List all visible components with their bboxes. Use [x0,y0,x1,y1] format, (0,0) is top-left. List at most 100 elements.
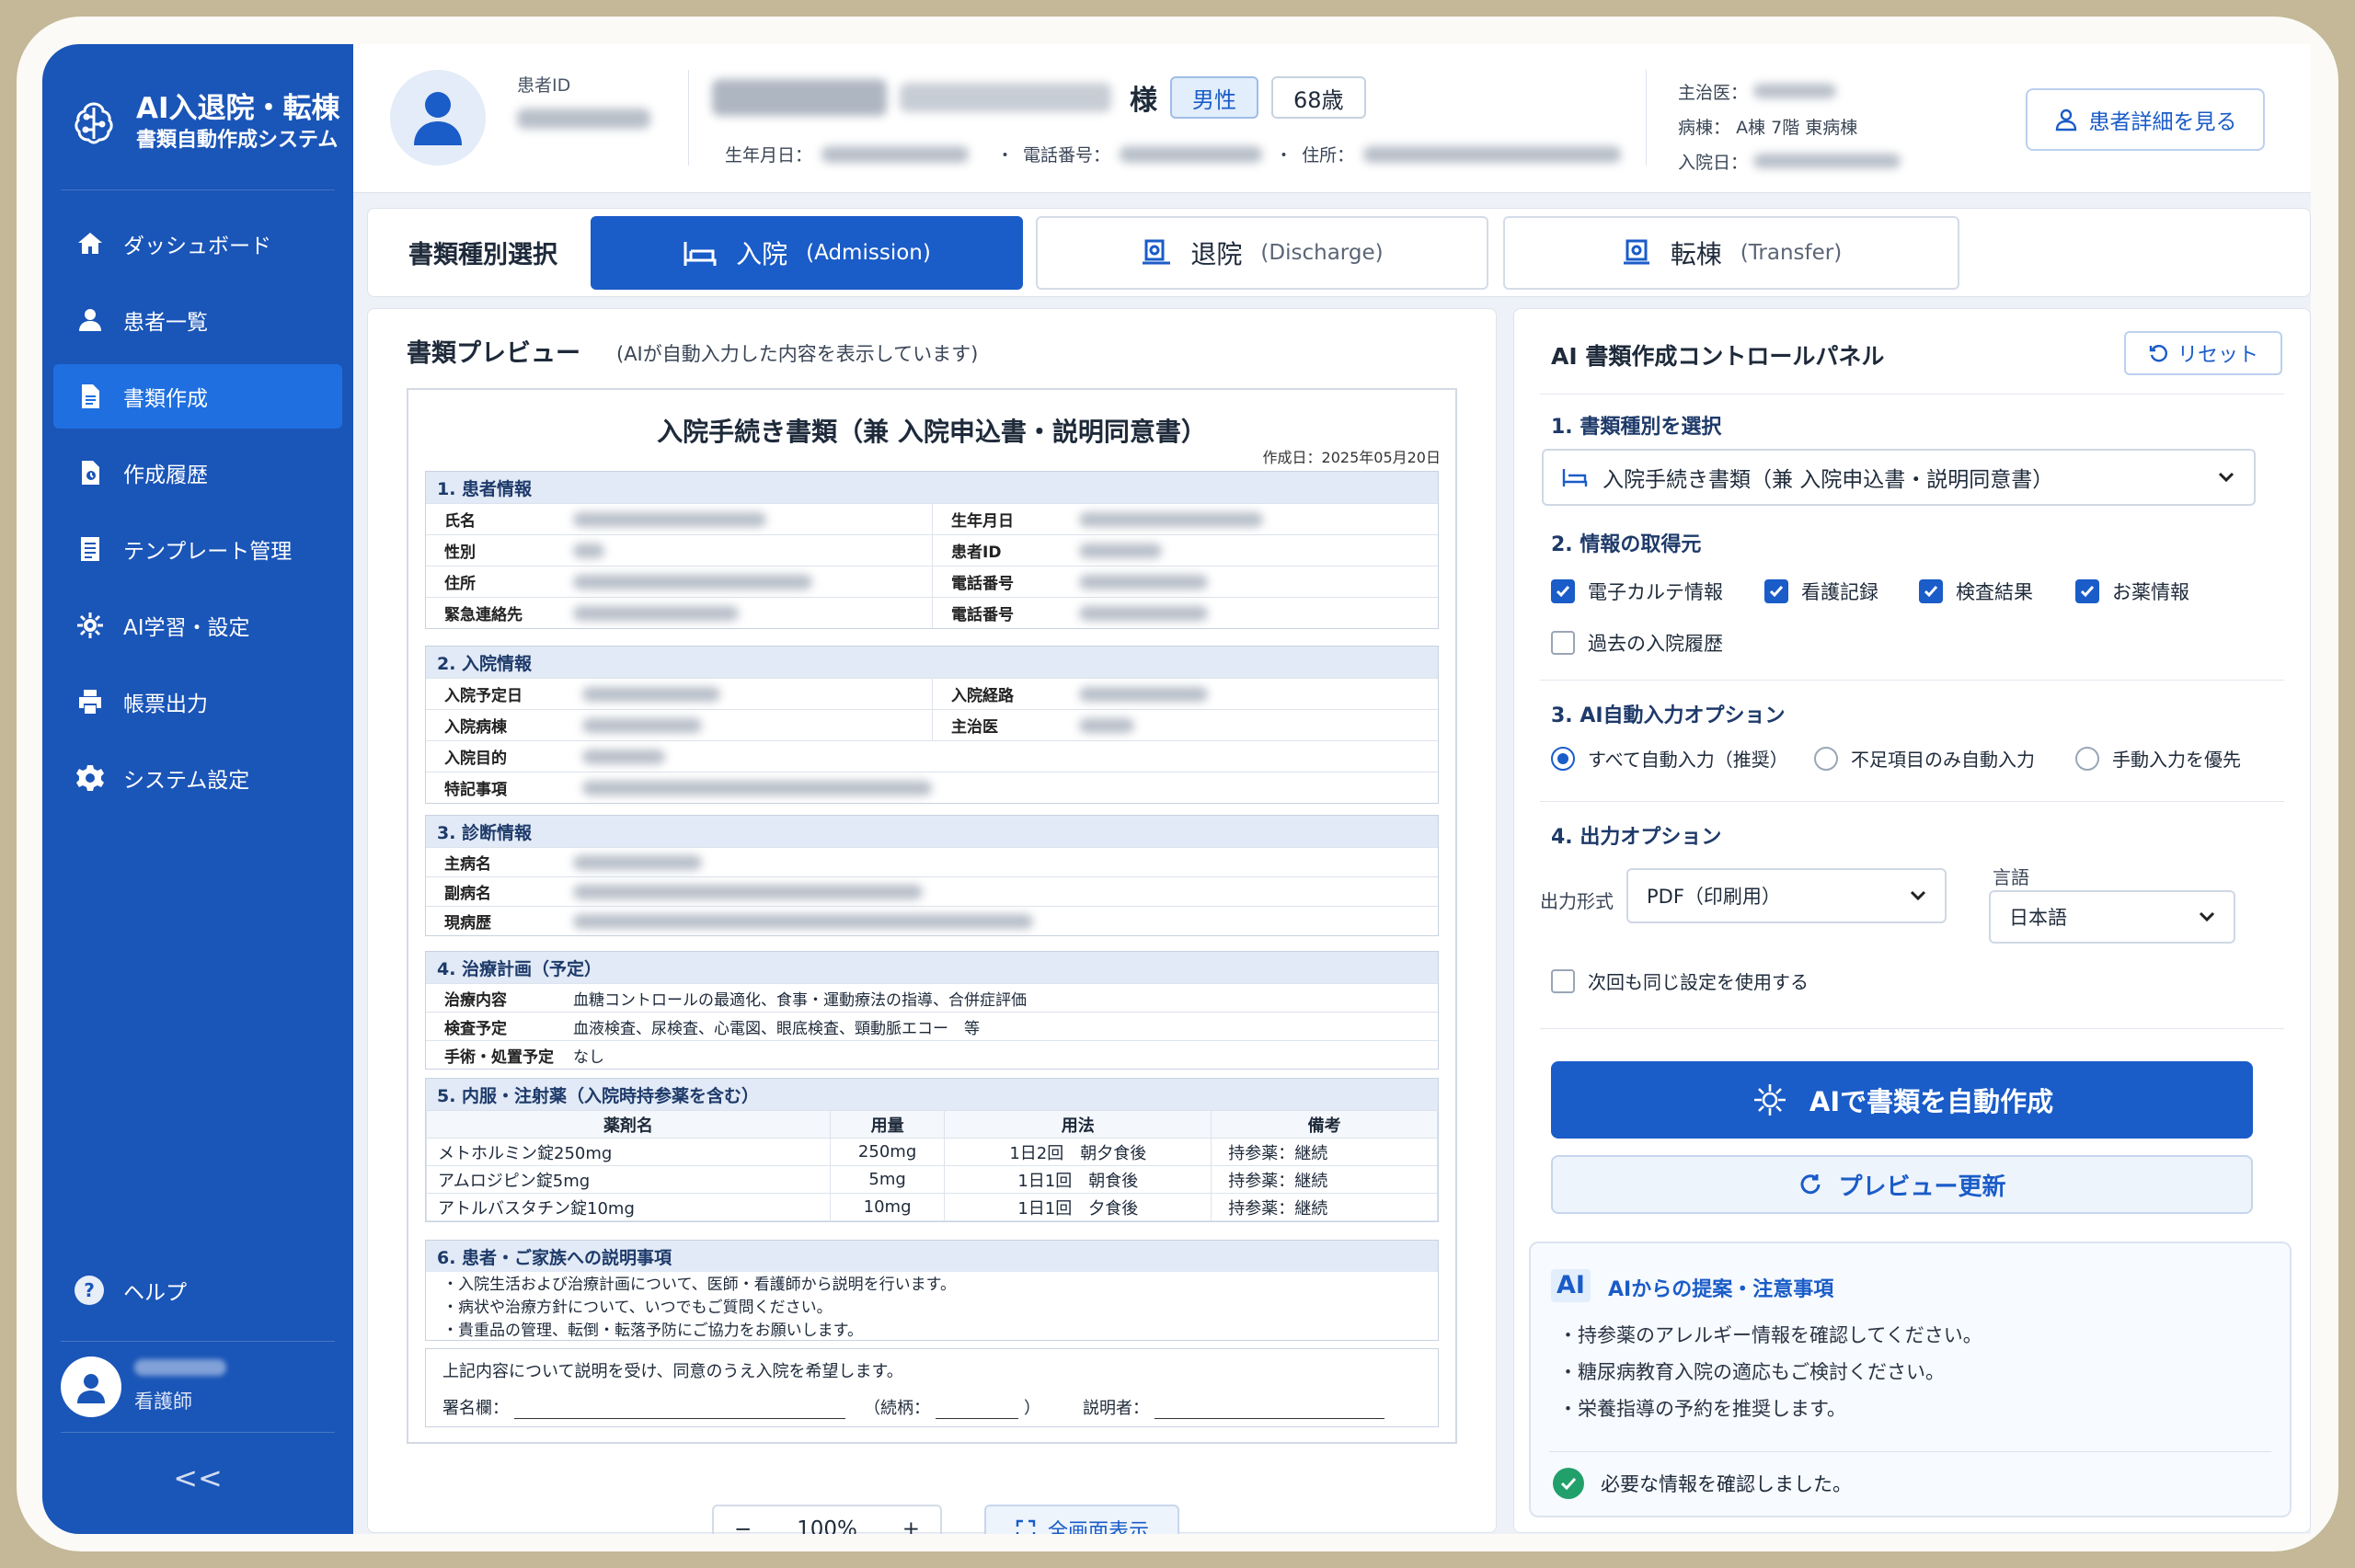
patient-user-icon [414,92,462,145]
source-checkbox-nursing[interactable]: 看護記録 [1764,578,1878,605]
explainer-line[interactable] [1155,1402,1384,1419]
sidebar-item-system-settings[interactable]: システム設定 [53,746,342,810]
zoom-out-button[interactable]: − [734,1517,752,1534]
table-cell: 10mg [829,1193,946,1221]
field-label: 主治医 [932,710,1061,740]
update-preview-button[interactable]: プレビュー更新 [1551,1155,2253,1214]
checkbox[interactable] [1551,579,1575,603]
check-icon [1556,586,1570,598]
bed-icon [684,242,717,266]
generate-label: AIで書類を自動作成 [1809,1086,2054,1117]
source-checkbox-ehr[interactable]: 電子カルテ情報 [1551,578,1723,605]
sidebar-item-history[interactable]: 作成履歴 [53,441,342,505]
tab-discharge[interactable]: 退院 (Discharge) [1036,216,1488,290]
patient-detail-button[interactable]: 患者詳細を見る [2026,88,2265,151]
step-1-title: 1. 書類種別を選択 [1551,416,1722,439]
language-select[interactable]: 日本語 [1989,890,2235,944]
sidebar-item-templates[interactable]: テンプレート管理 [53,517,342,581]
table-row: 検査予定 血液検査、尿検査、心電図、眼底検査、頸動脈エコー 等 [426,1012,1438,1040]
medication-table: 薬剤名 用量 用法 備考 メトホルミン錠250mg 250mg 1日2回 朝夕食… [426,1110,1438,1221]
patient-avatar [390,70,486,166]
header-divider [1646,70,1647,166]
radio[interactable] [2075,746,2099,771]
ward-label: 病棟： [1678,118,1731,138]
checkbox[interactable] [2075,579,2099,603]
format-select[interactable]: PDF（印刷用） [1626,868,1947,923]
remember-settings-checkbox[interactable]: 次回も同じ設定を使用する [1551,967,1809,994]
preview-title: 書類プレビュー [407,339,580,368]
document-type-select[interactable]: 入院手続き書類（兼 入院申込書・説明同意書） [1542,449,2256,506]
sidebar: AI入退院・転棟 書類自動作成システム ダッシュボード 患者一覧 書類作成 作成… [42,44,353,1534]
reset-button[interactable]: リセット [2124,331,2282,375]
sidebar-item-label: システム設定 [123,769,250,793]
transfer-icon [1623,239,1649,265]
table-cell: 持参薬：継続 [1211,1138,1438,1166]
checkbox[interactable] [1551,968,1575,993]
admit-date-redacted [1753,154,1901,168]
option-auto-all[interactable]: すべて自動入力（推奨） [1551,745,1788,772]
tab-transfer[interactable]: 転棟 (Transfer) [1503,216,1959,290]
consent-text: 上記内容について説明を受け、同意のうえ入院を希望します。 [442,1362,903,1381]
doctor-redacted [1753,84,1837,98]
field-label: 患者ID [932,535,1061,566]
field-label: 現病歴 [444,914,491,933]
source-checkbox-tests[interactable]: 検査結果 [1919,578,2033,605]
chevron-down-icon [2199,911,2215,922]
fullscreen-button[interactable]: 全画面表示 [984,1505,1179,1534]
phone-label: 電話番号： [1023,145,1111,166]
gender-badge: 男性 [1170,76,1258,119]
source-checkbox-medications[interactable]: お薬情報 [2075,578,2189,605]
radio[interactable] [1814,746,1838,771]
source-checkbox-history[interactable]: 過去の入院履歴 [1551,629,1723,657]
collapse-sidebar-button[interactable]: << [42,1460,353,1495]
sidebar-item-dashboard[interactable]: ダッシュボード [53,212,342,276]
reset-label: リセット [2177,344,2258,367]
checkbox-label: 次回も同じ設定を使用する [1588,971,1809,993]
sidebar-item-ai-settings[interactable]: AI学習・設定 [53,593,342,658]
patient-contact-row: 生年月日： ・ 電話番号： ・ 住所： [725,142,1622,166]
sidebar-nav: ダッシュボード 患者一覧 書類作成 作成履歴 テンプレート管理 AI学習・設定 [42,212,353,822]
table-row: 住所 電話番号 [426,566,1438,597]
table-cell: メトホルミン錠250mg [426,1138,831,1166]
radio[interactable] [1551,746,1575,771]
brain-icon [75,102,113,144]
avatar [61,1356,121,1417]
checkbox[interactable] [1551,631,1575,655]
user-icon [79,309,101,331]
table-row: 特記事項 [426,772,1438,803]
field-label: 入院経路 [932,679,1061,709]
document-sheet: 入院手続き書類（兼 入院申込書・説明同意書） 作成日：2025年05月20日 1… [407,388,1457,1444]
field-label: 特記事項 [444,781,507,799]
step-2-title: 2. 情報の取得元 [1551,533,1702,556]
sidebar-item-help[interactable]: ? ヘルプ [53,1258,342,1322]
document-date: 作成日：2025年05月20日 [1262,449,1441,466]
sidebar-item-patients[interactable]: 患者一覧 [53,288,342,352]
checkbox[interactable] [1764,579,1788,603]
signature-line[interactable] [514,1402,845,1419]
relation-line[interactable] [936,1402,1018,1419]
language-value: 日本語 [2009,907,2067,929]
tab-admission[interactable]: 入院 (Admission) [591,216,1023,290]
user-profile[interactable]: 看護師 [61,1341,335,1433]
generate-document-button[interactable]: AIで書類を自動作成 [1551,1061,2253,1139]
table-row: 主病名 [426,847,1438,876]
zoom-in-button[interactable]: + [902,1517,920,1534]
document-type-tabs: 書類種別選択 入院 (Admission) 退院 (Discharge) 転棟 … [367,208,2311,297]
address-label: 住所： [1302,145,1355,166]
sidebar-item-forms-output[interactable]: 帳票出力 [53,670,342,734]
option-auto-missing[interactable]: 不足項目のみ自動入力 [1814,745,2035,772]
patient-name-redacted [712,79,887,116]
bullet: ・ [1275,145,1293,166]
checkbox[interactable] [1919,579,1943,603]
document-type-value: 入院手続き書類（兼 入院申込書・説明同意書） [1603,468,2054,492]
option-manual-priority[interactable]: 手動入力を優先 [2075,745,2241,772]
redacted-value [573,854,702,870]
table-cell: アトルバスタチン錠10mg [426,1193,831,1221]
sidebar-item-label: 書類作成 [123,387,208,411]
ai-suggestions-box: AI AIからの提案・注意事項 ・持参薬のアレルギー情報を確認してください。 ・… [1529,1242,2292,1517]
honorific: 様 [1130,85,1157,117]
sidebar-item-label: AI学習・設定 [123,616,250,640]
redacted-value [1079,686,1208,702]
sidebar-item-document-create[interactable]: 書類作成 [53,364,342,429]
section-explanations: 6. 患者・ご家族への説明事項 ・入院生活および治療計画について、医師・看護師か… [425,1240,1439,1341]
